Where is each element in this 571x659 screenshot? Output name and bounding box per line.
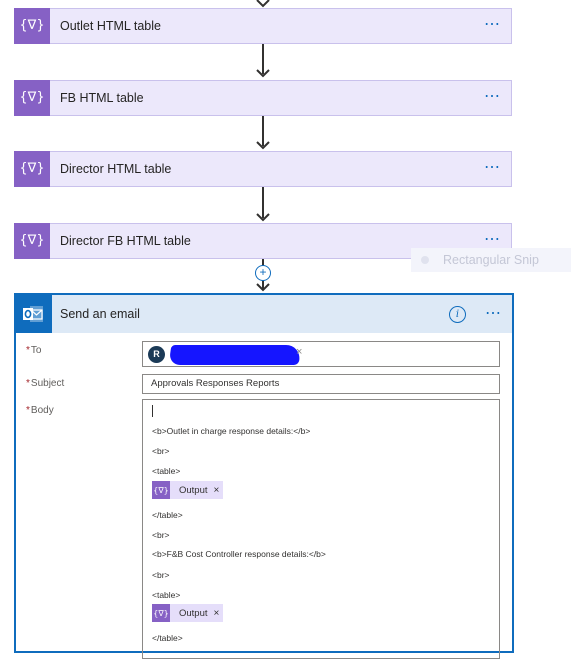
more-options-icon[interactable]: ⋯ [484, 160, 501, 176]
action-outlet-html-table[interactable]: {∇} Outlet HTML table ⋯ [14, 7, 512, 44]
action-director-html-table[interactable]: {∇} Director HTML table ⋯ [14, 150, 512, 187]
redacted-recipient [168, 345, 302, 365]
snip-dot-icon [421, 256, 429, 264]
remove-token-icon[interactable]: × [214, 608, 220, 619]
info-icon[interactable]: i [449, 306, 466, 323]
add-step-button[interactable]: + [255, 265, 271, 281]
variable-icon: {∇} [152, 604, 170, 622]
rectangular-snip-ghost: Rectangular Snip [411, 248, 571, 272]
body-label: *Body [26, 405, 54, 416]
token-label: Output [179, 607, 208, 619]
connector-arrow [255, 116, 271, 150]
action-title: Director HTML table [60, 162, 172, 176]
variable-icon: {∇} [14, 79, 50, 116]
remove-token-icon[interactable]: × [214, 485, 220, 496]
body-line: <table> [152, 466, 181, 476]
body-line: </table> [152, 510, 183, 520]
variable-icon: {∇} [14, 7, 50, 44]
avatar: R [148, 346, 165, 363]
to-label: *To [26, 345, 42, 356]
more-options-icon[interactable]: ⋯ [484, 89, 501, 105]
action-title: Director FB HTML table [60, 234, 191, 248]
body-line: <br> [152, 570, 170, 580]
body-line: <table> [152, 590, 181, 600]
variable-icon: {∇} [14, 150, 50, 187]
dynamic-content-token[interactable]: {∇} Output × [152, 604, 224, 622]
token-label: Output [179, 484, 208, 496]
text-caret [152, 405, 153, 417]
action-title: Outlet HTML table [60, 19, 161, 33]
connector-arrow [255, 44, 271, 78]
connector-arrow [255, 0, 271, 8]
dynamic-content-token[interactable]: {∇} Output × [152, 481, 224, 499]
action-fb-html-table[interactable]: {∇} FB HTML table ⋯ [14, 79, 512, 116]
body-line: <b>F&B Cost Controller response details:… [152, 549, 326, 559]
connector-arrow [255, 187, 271, 222]
body-field[interactable]: <b>Outlet in charge response details:</b… [142, 399, 500, 659]
snip-label: Rectangular Snip [443, 253, 539, 267]
more-options-icon[interactable]: ⋯ [484, 232, 501, 248]
body-line: <b>Outlet in charge response details:</b… [152, 426, 311, 436]
email-card-title: Send an email [60, 307, 140, 321]
variable-icon: {∇} [14, 222, 50, 259]
body-line: <br> [152, 530, 170, 540]
body-line: <br> [152, 446, 170, 456]
send-email-card: Send an email i ⋯ *To R × *Subject Appro… [14, 293, 514, 659]
variable-icon: {∇} [152, 481, 170, 499]
more-options-icon[interactable]: ⋯ [484, 17, 501, 33]
subject-label: *Subject [26, 378, 65, 389]
outlook-icon [14, 295, 52, 333]
to-field[interactable]: R × [142, 341, 500, 367]
body-line: </table> [152, 633, 183, 643]
subject-field[interactable]: Approvals Responses Reports [142, 374, 500, 394]
more-options-icon[interactable]: ⋯ [485, 306, 502, 322]
action-title: FB HTML table [60, 91, 144, 105]
email-card-header[interactable]: Send an email i ⋯ [14, 295, 512, 333]
remove-recipient-icon[interactable]: × [296, 346, 302, 358]
